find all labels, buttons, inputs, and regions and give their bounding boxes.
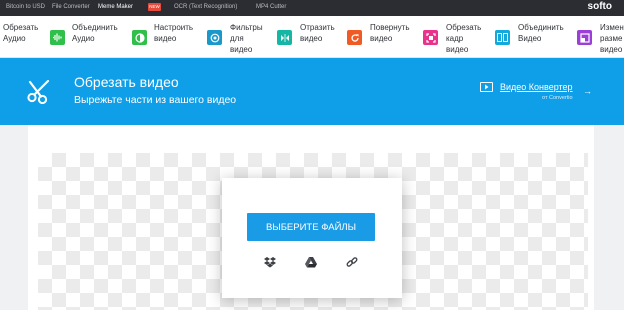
tools-row: Обрезать Аудио Объединить Аудио Настроит…	[0, 16, 624, 58]
tool-label: Отразить видео	[300, 23, 335, 43]
choose-files-button[interactable]: ВЫБЕРИТЕ ФАЙЛЫ	[247, 213, 375, 241]
google-drive-icon[interactable]	[305, 256, 317, 268]
nav-link-file-converter[interactable]: File Converter	[52, 4, 90, 10]
dropbox-icon[interactable]	[264, 256, 276, 268]
waveform-icon	[50, 30, 65, 45]
video-player-icon	[480, 82, 493, 92]
nav-link-mp4-cutter[interactable]: MP4 Cutter	[256, 4, 286, 10]
softo-logo[interactable]: softo	[588, 1, 612, 12]
arrow-right-icon[interactable]: →	[583, 86, 592, 96]
page-title: Обрезать видео	[74, 74, 179, 90]
tool-merge-video[interactable]: Объединить Видео	[494, 16, 572, 57]
tool-label: Измен разме видео	[600, 23, 624, 54]
scissors-icon	[27, 79, 50, 104]
merge-video-icon	[495, 30, 510, 45]
tool-label: Объединить Видео	[518, 23, 564, 43]
tool-label: Повернуть видео	[370, 23, 410, 43]
convertio-credit: от Convertio	[542, 95, 573, 101]
rotate-icon	[347, 30, 362, 45]
tool-label: Настроить видео	[154, 23, 194, 43]
top-nav-bar: Bitcoin to USD File Converter Meme Maker…	[0, 0, 624, 16]
tool-crop-video[interactable]: Обрезать кадр видео	[422, 16, 490, 57]
tool-resize-video[interactable]: Измен разме видео	[576, 16, 624, 57]
tool-label: Объединить Аудио	[72, 23, 118, 43]
url-link-icon[interactable]	[346, 256, 358, 268]
tool-rotate-video[interactable]: Повернуть видео	[346, 16, 418, 57]
resize-icon	[577, 30, 592, 45]
tool-video-filters[interactable]: Фильтры для видео	[206, 16, 272, 57]
video-converter-link[interactable]: Видео Конвертер	[500, 82, 573, 92]
hero-banner: Обрезать видео Вырежьте части из вашего …	[0, 58, 624, 125]
tool-flip-video[interactable]: Отразить видео	[276, 16, 342, 57]
filter-icon	[207, 30, 222, 45]
nav-link-meme-maker[interactable]: Meme Maker	[98, 4, 133, 10]
nav-link-ocr[interactable]: OCR (Text Recognition)	[174, 4, 237, 10]
flip-icon	[277, 30, 292, 45]
page-subtitle: Вырежьте части из вашего видео	[74, 94, 237, 106]
tool-adjust-video[interactable]: Настроить видео	[130, 16, 200, 57]
nav-link-bitcoin[interactable]: Bitcoin to USD	[6, 4, 45, 10]
tool-merge-audio[interactable]: Объединить Аудио	[48, 16, 128, 57]
tool-label: Обрезать кадр видео	[446, 23, 482, 54]
new-badge: NEW	[148, 3, 161, 11]
tool-label: Фильтры для видео	[230, 23, 263, 54]
tool-label: Обрезать Аудио	[3, 23, 39, 43]
upload-panel: ВЫБЕРИТЕ ФАЙЛЫ	[222, 178, 402, 298]
tool-cut-audio[interactable]: Обрезать Аудио	[0, 16, 46, 57]
crop-icon	[423, 30, 438, 45]
adjust-icon	[132, 30, 147, 45]
